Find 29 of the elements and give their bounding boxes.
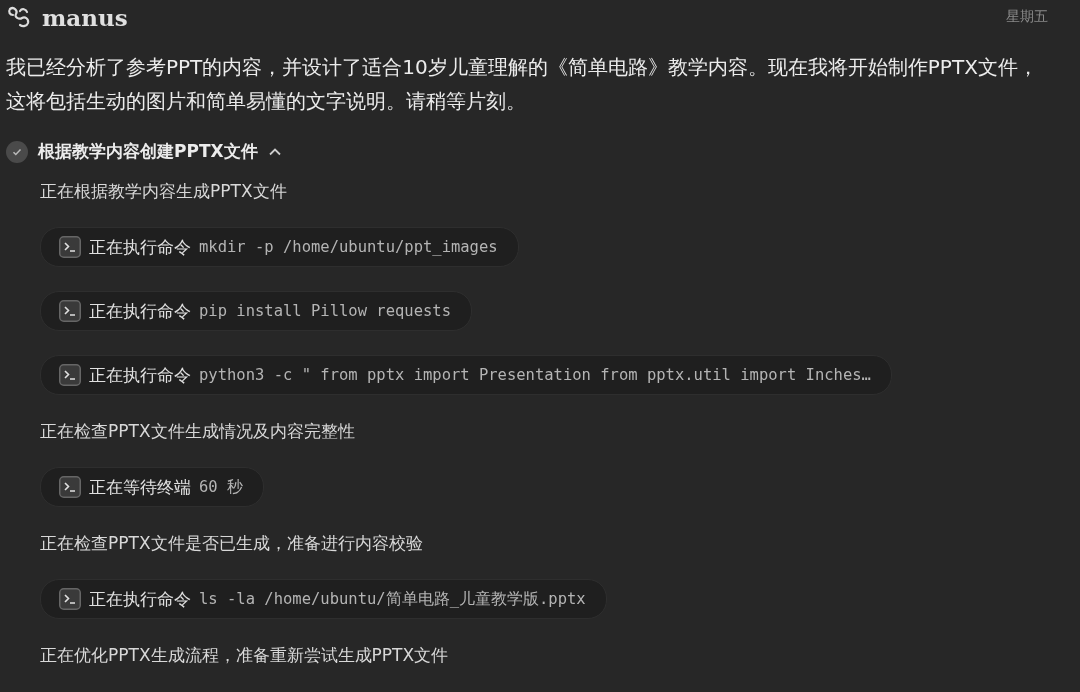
command-text: mkdir -p /home/ubuntu/ppt_images: [199, 238, 498, 256]
step-text: 正在优化PPTX生成流程，准备重新尝试生成PPTX文件: [40, 644, 449, 667]
command-text: python3 -c " from pptx import Presentation from pptx.util import Inches…: [199, 366, 871, 384]
step-text: 正在根据教学内容生成PPTX文件: [40, 180, 287, 203]
terminal-icon: [59, 300, 81, 322]
message-text: 我已经分析了参考PPT的内容，并设计了适合10岁儿童理解的《简单电路》教学内容。现在我将开始制作PPTX文件，这将包括生动的图片和简单易懂的文字说明。请稍等片刻。: [6, 54, 1039, 115]
command-pill[interactable]: 正在等待终端 60 秒: [40, 467, 264, 507]
terminal-icon: [59, 476, 81, 498]
logo-icon: [6, 5, 32, 29]
day-label: 星期五: [1006, 8, 1048, 26]
command-pill[interactable]: 正在执行命令 ls -la /home/ubuntu/简单电路_儿童教学版.pptx: [40, 579, 607, 619]
command-pill[interactable]: 正在执行命令 pip install Pillow requests: [40, 291, 472, 331]
command-pill[interactable]: 正在执行命令 mkdir -p /home/ubuntu/ppt_images: [40, 227, 519, 267]
command-text: 60 秒: [199, 476, 243, 498]
step-text: 正在检查PPTX文件生成情况及内容完整性: [40, 420, 355, 443]
terminal-icon: [59, 236, 81, 258]
step-text: 正在检查PPTX文件是否已生成，准备进行内容校验: [40, 532, 423, 555]
command-pill[interactable]: 正在执行命令 python3 -c " from pptx import Presentation from pptx.util import Inches…: [40, 355, 892, 395]
terminal-icon: [59, 364, 81, 386]
command-text: pip install Pillow requests: [199, 302, 451, 320]
command-text: ls -la /home/ubuntu/简单电路_儿童教学版.pptx: [199, 588, 586, 610]
command-label: 正在执行命令: [89, 587, 191, 611]
command-label: 正在执行命令: [89, 235, 191, 259]
terminal-icon: [59, 588, 81, 610]
brand-name: manus: [42, 3, 128, 31]
command-label: 正在执行命令: [89, 363, 191, 387]
task-title: 根据教学内容创建PPTX文件: [38, 140, 258, 163]
command-label: 正在等待终端: [89, 475, 191, 499]
command-label: 正在执行命令: [89, 299, 191, 323]
